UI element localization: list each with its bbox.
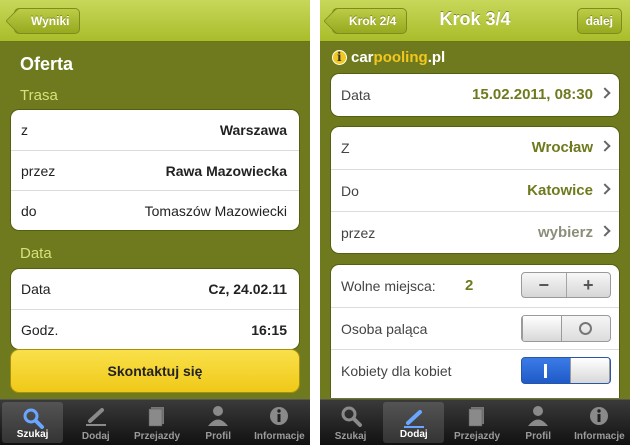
info-badge-icon: [332, 49, 347, 65]
toggle-knob: [570, 358, 610, 383]
route-group: z Warszawa przez Rawa Mazowiecka do Toma…: [10, 109, 300, 231]
carpooling-logo: carpooling.pl: [332, 47, 445, 67]
right-screen: Krok 2/4 Krok 3/4 dalej carpooling.pl Da…: [320, 0, 630, 445]
route-row-do: do Tomaszów Mazowiecki: [11, 190, 299, 230]
section-label-trasa: Trasa: [20, 87, 58, 104]
chevron-right-icon: [599, 183, 611, 195]
on-indicator-icon: [544, 364, 547, 378]
date-group: Data Cz, 24.02.11 Godz. 16:15: [10, 268, 300, 350]
route-row-przez: przez Rawa Mazowiecka: [11, 150, 299, 190]
user-icon: [208, 406, 229, 426]
route-row-via[interactable]: przez wybierz: [331, 211, 619, 253]
row-label: Wolne miejsca:: [341, 278, 436, 294]
row-label: Data: [341, 87, 371, 103]
tab-przejazdy[interactable]: Przejazdy: [126, 400, 187, 445]
search-icon: [341, 406, 362, 427]
next-button[interactable]: dalej: [576, 8, 622, 34]
tab-przejazdy[interactable]: Przejazdy: [446, 400, 507, 445]
row-value: 15.02.2011, 08:30: [472, 86, 593, 103]
documents-icon: [148, 407, 164, 427]
tab-informacje[interactable]: Informacje: [569, 400, 630, 445]
tab-dodaj[interactable]: Dodaj: [383, 402, 445, 443]
nav-bar: Wyniki: [0, 0, 310, 42]
contact-button[interactable]: Skontaktuj się: [10, 349, 300, 393]
chevron-right-icon: [599, 87, 611, 99]
tab-label: Dodaj: [399, 429, 428, 440]
row-value: Wrocław: [531, 139, 593, 156]
section-label-data: Data: [20, 245, 52, 262]
route-row-to[interactable]: Do Katowice: [331, 169, 619, 211]
tab-dodaj[interactable]: Dodaj: [65, 400, 126, 445]
tab-label: Dodaj: [81, 431, 110, 442]
tab-profil[interactable]: Profil: [188, 400, 249, 445]
tab-label: Szukaj: [334, 431, 367, 442]
row-value: Warszawa: [219, 122, 287, 138]
increment-button[interactable]: +: [565, 273, 611, 297]
smoker-toggle[interactable]: [521, 315, 611, 342]
seats-count: 2: [465, 277, 474, 294]
row-value: Rawa Mazowiecka: [165, 163, 287, 179]
seats-row: Wolne miejsca: 2 − +: [331, 265, 619, 307]
row-label: Do: [341, 183, 359, 199]
row-label: do: [21, 203, 37, 219]
pencil-icon: [403, 410, 424, 428]
tab-informacje[interactable]: Informacje: [249, 400, 310, 445]
left-screen: Wyniki Oferta Trasa z Warszawa przez Raw…: [0, 0, 310, 445]
pencil-icon: [85, 408, 106, 426]
row-label: Data: [21, 281, 51, 297]
back-button-wyniki[interactable]: Wyniki: [14, 8, 81, 34]
row-label: przez: [341, 225, 376, 241]
row-label: z: [21, 122, 28, 138]
tab-label: Informacje: [574, 431, 625, 442]
women-only-row: Kobiety dla kobiet: [331, 349, 619, 391]
row-label: Osoba paląca: [341, 321, 428, 337]
tab-szukaj[interactable]: Szukaj: [320, 400, 381, 445]
back-button-label: Wyniki: [31, 14, 70, 28]
tab-bar: Szukaj Dodaj Przejazdy Profil Informacje: [320, 399, 630, 445]
tab-label: Profil: [205, 431, 231, 442]
row-label: Kobiety dla kobiet: [341, 363, 452, 379]
toggle-knob: [522, 316, 562, 341]
tab-label: Szukaj: [16, 429, 49, 440]
row-value: Cz, 24.02.11: [208, 281, 287, 297]
tab-label: Informacje: [254, 431, 305, 442]
tab-profil[interactable]: Profil: [508, 400, 569, 445]
row-value: wybierz: [537, 224, 593, 241]
documents-icon: [468, 407, 484, 427]
row-label: przez: [21, 163, 56, 179]
date-row: Data Cz, 24.02.11: [11, 269, 299, 309]
tab-label: Profil: [525, 431, 551, 442]
tab-label: Przejazdy: [453, 431, 501, 442]
row-value: Tomaszów Mazowiecki: [144, 203, 287, 219]
row-value: 16:15: [251, 322, 287, 338]
tab-label: Przejazdy: [133, 431, 181, 442]
date-row[interactable]: Data 15.02.2011, 08:30: [331, 74, 619, 116]
chevron-right-icon: [599, 225, 611, 237]
user-icon: [528, 406, 549, 426]
info-icon: [270, 407, 289, 425]
nav-bar: Krok 2/4 Krok 3/4 dalej: [320, 0, 630, 42]
date-group: Data 15.02.2011, 08:30: [330, 73, 620, 117]
row-label: Godz.: [21, 322, 59, 338]
row-value: Katowice: [527, 182, 593, 199]
tab-bar: Szukaj Dodaj Przejazdy Profil Informacje: [0, 399, 310, 445]
page-title: Oferta: [20, 54, 74, 74]
route-group: Z Wrocław Do Katowice przez wybierz: [330, 126, 620, 254]
info-icon: [590, 407, 609, 425]
seats-stepper: − +: [521, 272, 611, 298]
route-row-z: z Warszawa: [11, 110, 299, 150]
tab-szukaj[interactable]: Szukaj: [2, 402, 64, 443]
smoker-row: Osoba paląca: [331, 307, 619, 349]
time-row: Godz. 16:15: [11, 309, 299, 349]
search-icon: [23, 408, 44, 429]
route-row-from[interactable]: Z Wrocław: [331, 127, 619, 169]
options-group: Wolne miejsca: 2 − + Osoba paląca Kobiet…: [330, 264, 620, 398]
logo-text: carpooling.pl: [351, 48, 446, 66]
off-indicator-icon: [579, 322, 592, 335]
women-only-toggle[interactable]: [521, 357, 611, 384]
chevron-right-icon: [599, 140, 611, 152]
row-label: Z: [341, 140, 350, 156]
decrement-button[interactable]: −: [522, 273, 566, 297]
